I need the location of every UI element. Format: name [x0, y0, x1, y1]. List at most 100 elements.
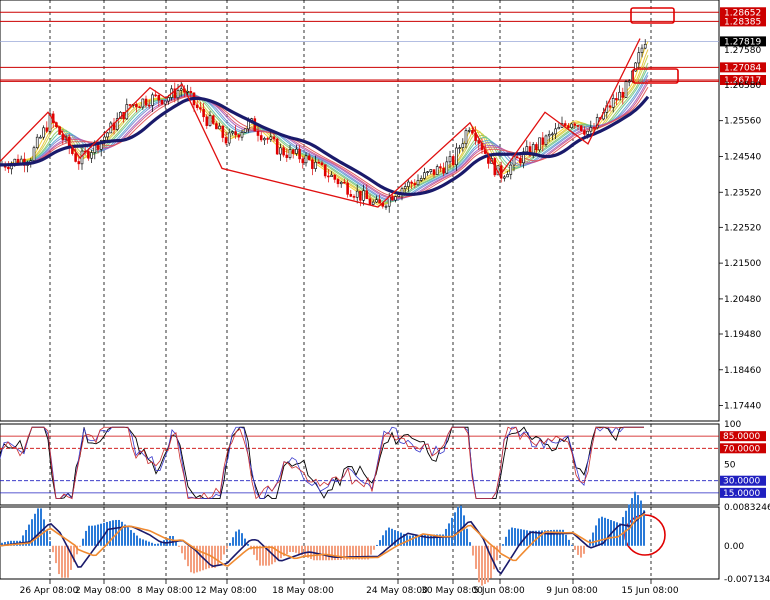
time-tick-label: 12 May 08:00: [195, 586, 257, 596]
macd-histogram-bar: [46, 530, 48, 546]
rsi-level-label: 85.0000: [723, 432, 760, 442]
macd-histogram-bar: [94, 525, 96, 546]
candle-body: [563, 123, 567, 126]
candle-body: [160, 99, 164, 105]
candle-body: [234, 131, 237, 136]
time-tick-label: 24 May 08:00: [366, 586, 428, 596]
macd-histogram-bar: [325, 545, 327, 561]
candle-body: [141, 98, 145, 108]
candle-body: [311, 159, 314, 169]
macd-histogram-bar: [124, 524, 126, 546]
candle-body: [176, 90, 180, 99]
macd-histogram-bar: [478, 545, 480, 583]
macd-histogram-bar: [379, 540, 381, 546]
candle-body: [327, 175, 330, 178]
macd-histogram-bar: [511, 527, 513, 546]
candle-body: [378, 199, 381, 204]
candle-body: [477, 140, 481, 144]
macd-histogram-bar: [70, 545, 72, 570]
candle-body: [615, 98, 618, 101]
macd-histogram-bar: [304, 545, 306, 557]
candle-body: [442, 167, 445, 174]
macd-histogram-bar: [130, 530, 132, 546]
rsi-level-label: 100: [724, 420, 741, 430]
macd-histogram-bar: [412, 535, 414, 546]
macd-histogram-bar: [55, 545, 57, 564]
macd-histogram-bar: [607, 518, 609, 546]
macd-histogram-bar: [136, 535, 138, 546]
candle-body: [90, 152, 93, 159]
candle-body: [471, 130, 474, 134]
candle-body: [583, 130, 586, 135]
time-tick-label: 2 May 08:00: [75, 586, 131, 596]
candle-body: [205, 116, 209, 126]
price-tick-label: 1.25560: [724, 117, 761, 127]
macd-histogram-bar: [517, 528, 519, 546]
candle-body: [346, 182, 349, 195]
macd-histogram-bar: [592, 532, 594, 546]
candle-body: [87, 150, 90, 159]
candle-body: [32, 147, 36, 161]
candle-body: [368, 198, 372, 205]
candle-body: [391, 196, 394, 201]
macd-histogram-bar: [154, 543, 156, 546]
macd-histogram-bar: [430, 534, 432, 546]
trading-chart[interactable]: 1.25560 1.24540 1.23520 1.22520 1.21500 1.204…: [0, 0, 770, 600]
macd-histogram-bar: [226, 545, 228, 549]
candle-body: [154, 94, 157, 97]
macd-histogram-bar: [151, 542, 153, 546]
macd-histogram-bar: [388, 527, 390, 546]
macd-histogram-bar: [565, 534, 567, 546]
macd-histogram-bar: [568, 539, 570, 546]
macd-histogram-bar: [100, 523, 102, 546]
candle-body: [279, 147, 282, 155]
macd-histogram-bar: [286, 545, 288, 555]
candle-body: [301, 158, 305, 164]
candle-body: [365, 190, 369, 200]
main-pane[interactable]: [0, 0, 720, 422]
macd-histogram-bar: [598, 518, 600, 546]
candle-body: [314, 161, 317, 169]
candle-body: [589, 127, 593, 132]
macd-histogram-bar: [385, 530, 387, 546]
candle-body: [179, 88, 183, 91]
candle-body: [333, 174, 337, 180]
candle-body: [77, 161, 81, 165]
candle-body: [515, 156, 519, 159]
candle-body: [439, 166, 442, 169]
candle-body: [343, 181, 346, 184]
macd-histogram-bar: [331, 545, 333, 561]
candle-body: [211, 115, 215, 124]
candle-body: [634, 62, 637, 72]
macd-histogram-bar: [169, 535, 171, 546]
macd-histogram-bar: [499, 545, 501, 552]
macd-histogram-bar: [61, 545, 63, 578]
candle-body: [13, 158, 17, 164]
macd-histogram-bar: [457, 506, 459, 546]
candle-body: [199, 107, 202, 110]
candle-body: [538, 137, 541, 151]
candle-body: [263, 138, 266, 141]
candle-body: [147, 104, 151, 107]
price-axis: 1.25560 1.24540 1.23520 1.22520 1.21500 1.204…: [719, 7, 766, 412]
macd-histogram-bar: [622, 517, 624, 546]
candle-body: [240, 132, 244, 138]
candle-body: [298, 148, 301, 160]
macd-histogram-bar: [295, 545, 297, 553]
macd-histogram-bar: [142, 539, 144, 546]
candle-body: [295, 148, 298, 154]
candle-body: [7, 166, 10, 170]
macd-histogram-bar: [475, 545, 477, 569]
candle-body: [138, 106, 141, 109]
macd-histogram-bar: [49, 541, 51, 546]
macd-histogram-bar: [178, 545, 180, 547]
price-tick-label: 1.23520: [724, 188, 761, 198]
candle-body: [643, 43, 647, 49]
macd-histogram-bar: [187, 545, 189, 567]
candle-body: [547, 134, 551, 137]
macd-histogram-bar: [376, 544, 378, 546]
macd-axis-label: 0.00: [724, 542, 744, 552]
macd-histogram-bar: [595, 525, 597, 546]
macd-histogram-bar: [199, 545, 201, 572]
time-axis: 26 Apr 08:002 May 08:00 8 May 08:00 12 May…: [20, 579, 679, 596]
